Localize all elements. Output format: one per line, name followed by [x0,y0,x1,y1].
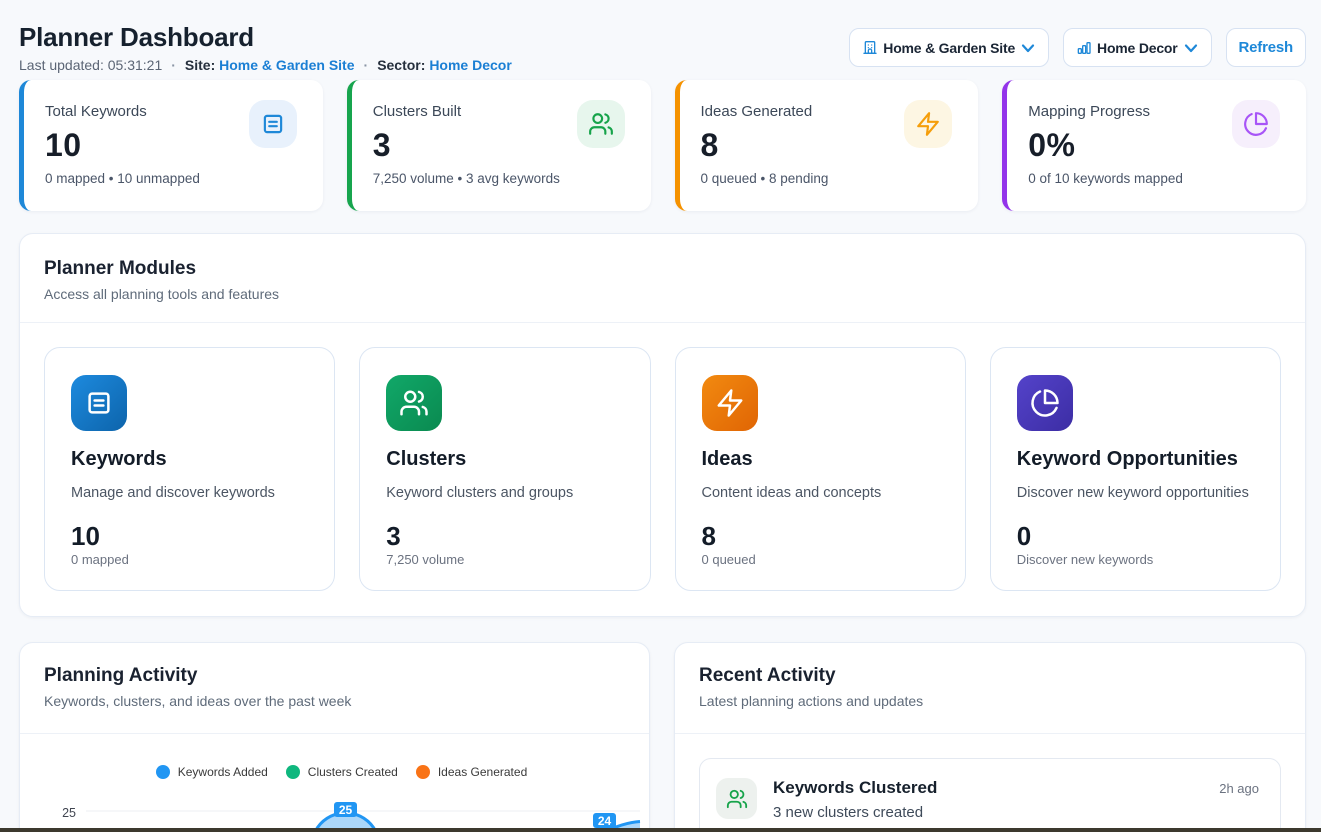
svg-text:25: 25 [62,806,76,820]
svg-text:24: 24 [598,814,612,828]
svg-text:25: 25 [339,803,353,817]
